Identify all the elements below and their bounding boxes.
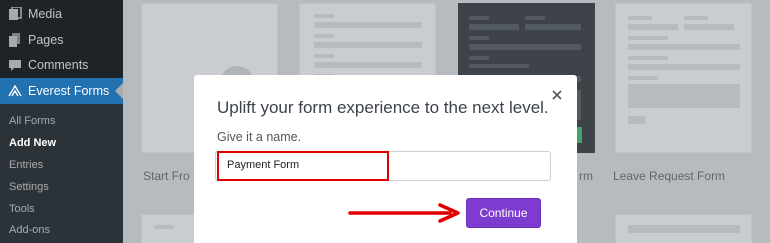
sidebar-item-label: Media: [28, 7, 63, 21]
form-name-label: Give it a name.: [217, 130, 302, 144]
continue-button[interactable]: Continue: [466, 198, 541, 228]
pages-icon: [8, 33, 22, 47]
sidebar-item-pages[interactable]: Pages: [0, 27, 123, 53]
annotation-arrow-icon: [348, 203, 460, 223]
submenu-entries[interactable]: Entries: [9, 159, 43, 171]
template-title-partial: rm: [579, 169, 593, 183]
submenu-all-forms[interactable]: All Forms: [9, 115, 55, 127]
sidebar-item-everest-forms[interactable]: Everest Forms: [0, 78, 123, 104]
template-title-scratch: Start Fro: [143, 169, 190, 183]
admin-sidebar: Media Pages Comments Everest Forms All F…: [0, 0, 123, 243]
template-card-leave-request[interactable]: [615, 3, 752, 153]
sidebar-item-comments[interactable]: Comments: [0, 52, 123, 78]
submenu-add-ons[interactable]: Add-ons: [9, 224, 50, 236]
sidebar-item-label: Everest Forms: [28, 84, 110, 98]
form-name-value: Payment Form: [227, 159, 300, 171]
media-icon: [8, 6, 22, 21]
submenu-add-new[interactable]: Add New: [9, 137, 56, 149]
modal-title: Uplift your form experience to the next …: [217, 98, 549, 117]
sidebar-item-media[interactable]: Media: [0, 1, 123, 27]
everest-forms-icon: [8, 84, 22, 98]
everest-forms-submenu: All Forms Add New Entries Settings Tools…: [0, 104, 123, 243]
submenu-tools[interactable]: Tools: [9, 203, 35, 215]
close-icon[interactable]: [550, 88, 564, 102]
name-form-modal: Uplift your form experience to the next …: [194, 75, 577, 243]
submenu-settings[interactable]: Settings: [9, 181, 49, 193]
template-title-leave-request: Leave Request Form: [613, 169, 726, 183]
template-card[interactable]: [615, 214, 752, 243]
comments-icon: [8, 58, 22, 72]
sidebar-item-label: Comments: [28, 58, 89, 72]
sidebar-item-label: Pages: [28, 33, 64, 47]
